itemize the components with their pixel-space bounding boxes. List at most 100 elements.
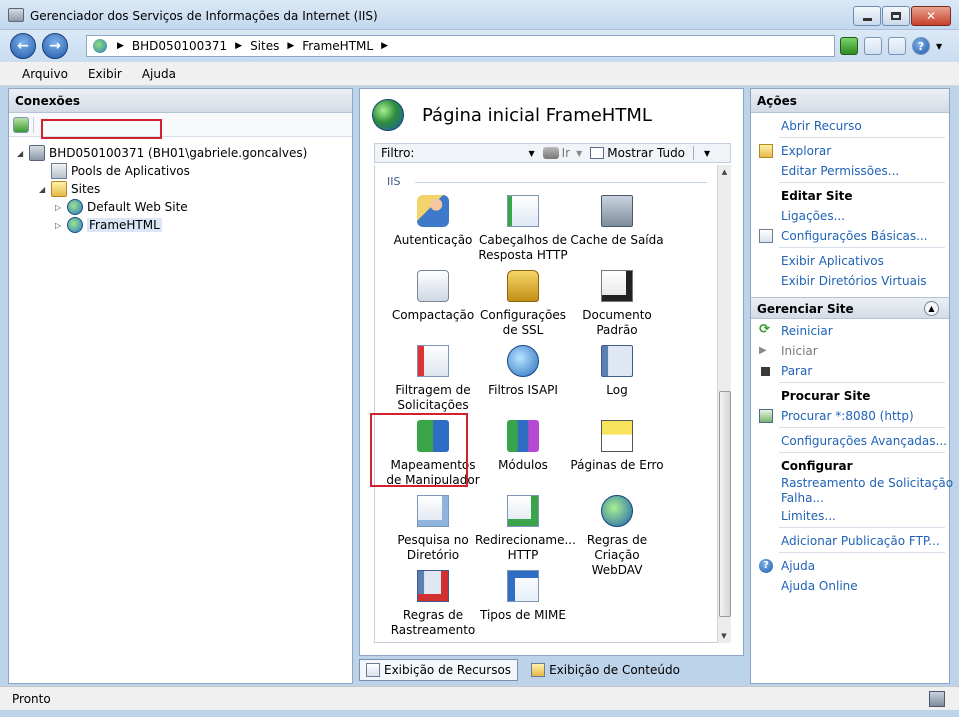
feature-label: Configurações — [480, 308, 566, 322]
minimize-button[interactable] — [853, 6, 881, 26]
menu-file[interactable]: Arquivo — [22, 67, 68, 81]
modules-icon — [507, 420, 539, 452]
back-button[interactable]: ← — [10, 33, 36, 59]
action-failed-request-tracing[interactable]: Rastreamento de Solicitação — [781, 476, 953, 490]
feature-logging[interactable]: Log — [569, 345, 665, 398]
feature-webdav-rules[interactable]: Regras de Criação WebDAV — [569, 495, 665, 578]
chevron-down-icon[interactable]: ▼ — [704, 149, 710, 158]
minimize-icon — [862, 17, 872, 21]
refresh-icon[interactable] — [840, 37, 858, 55]
log-book-icon — [601, 345, 633, 377]
action-advanced-settings[interactable]: Configurações Avançadas... — [781, 434, 947, 448]
feature-modules[interactable]: Módulos — [475, 420, 571, 473]
action-explore[interactable]: Explorar — [781, 144, 831, 158]
breadcrumb-server[interactable]: BHD050100371 — [132, 39, 227, 53]
action-basic-settings[interactable]: Configurações Básicas... — [781, 229, 928, 243]
page-title: Página inicial FrameHTML — [422, 104, 652, 126]
isapi-filters-icon — [507, 345, 539, 377]
feature-ssl-settings[interactable]: Configurações de SSL — [475, 270, 571, 338]
feature-http-redirect[interactable]: Redirecioname... HTTP — [475, 495, 576, 563]
iis-app-icon — [8, 8, 24, 22]
mime-types-icon — [507, 570, 539, 602]
tab-features-view[interactable]: Exibição de Recursos — [359, 659, 519, 681]
action-add-ftp-publishing[interactable]: Adicionar Publicação FTP... — [781, 534, 940, 548]
feature-label: Pesquisa no — [397, 533, 469, 547]
scroll-down-icon[interactable]: ▼ — [718, 629, 730, 643]
action-help-online[interactable]: Ajuda Online — [781, 579, 858, 593]
help-icon[interactable]: ? — [912, 37, 930, 55]
actions-divider — [779, 182, 945, 183]
action-start[interactable]: Iniciar — [781, 344, 818, 358]
chevron-down-icon[interactable]: ▼ — [528, 149, 534, 158]
tree-node-sites[interactable]: ◢ Sites — [39, 181, 100, 197]
home-icon[interactable] — [888, 37, 906, 55]
feature-request-filtering[interactable]: Filtragem de Solicitações — [385, 345, 481, 413]
tree-node-framehtml[interactable]: ▷ FrameHTML — [55, 217, 162, 233]
feature-default-document[interactable]: Documento Padrão — [569, 270, 665, 338]
feature-isapi-filters[interactable]: Filtros ISAPI — [475, 345, 571, 398]
tree-node-default-site[interactable]: ▷ Default Web Site — [55, 199, 188, 215]
close-button[interactable]: ✕ — [911, 6, 951, 26]
feature-output-cache[interactable]: Cache de Saída — [569, 195, 665, 248]
feature-label: Filtros ISAPI — [488, 383, 558, 397]
actions-divider — [779, 552, 945, 553]
tree-label-default-site: Default Web Site — [87, 200, 188, 214]
action-limits[interactable]: Limites... — [781, 509, 836, 523]
feature-label: HTTP — [507, 548, 539, 562]
show-all-button[interactable]: Mostrar Tudo — [607, 146, 685, 160]
menu-view[interactable]: Exibir — [88, 67, 122, 81]
forward-button[interactable]: → — [42, 33, 68, 59]
chevron-right-icon[interactable]: ▶ — [381, 41, 388, 51]
section-manage-site: Gerenciar Site ▲ — [751, 297, 949, 319]
chevron-right-icon[interactable]: ▶ — [235, 41, 242, 51]
action-help[interactable]: Ajuda — [781, 559, 815, 573]
tab-content-view[interactable]: Exibição de Conteúdo — [524, 659, 687, 681]
filter-input[interactable] — [418, 145, 528, 161]
binoculars-icon[interactable] — [542, 147, 559, 159]
show-all-icon[interactable] — [590, 147, 605, 159]
breadcrumb-framehtml[interactable]: FrameHTML — [302, 39, 373, 53]
feature-http-headers[interactable]: Cabeçalhos de Resposta HTTP — [475, 195, 571, 263]
feature-directory-browsing[interactable]: Pesquisa no Diretório — [385, 495, 481, 563]
chevron-right-icon[interactable]: ▶ — [287, 41, 294, 51]
feature-compression[interactable]: Compactação — [385, 270, 481, 323]
vertical-scrollbar[interactable]: ▲ ▼ — [717, 165, 731, 643]
action-bindings[interactable]: Ligações... — [781, 209, 845, 223]
toolbar-divider — [693, 146, 695, 160]
sites-folder-icon — [51, 181, 67, 197]
expand-toggle-icon[interactable]: ◢ — [39, 185, 49, 194]
chevron-down-icon[interactable]: ▼ — [936, 42, 942, 51]
chevron-down-icon[interactable]: ▼ — [576, 149, 582, 158]
maximize-button[interactable] — [882, 6, 910, 26]
expand-toggle-icon[interactable]: ◢ — [17, 149, 27, 158]
collapse-toggle-icon[interactable]: ▷ — [55, 221, 65, 230]
chevron-up-icon[interactable]: ▲ — [924, 301, 939, 316]
feature-mime-types[interactable]: Tipos de MIME — [475, 570, 571, 623]
action-edit-permissions[interactable]: Editar Permissões... — [781, 164, 899, 178]
chevron-right-icon[interactable]: ▶ — [117, 41, 124, 51]
action-restart[interactable]: Reiniciar — [781, 324, 833, 338]
connect-icon[interactable] — [13, 116, 29, 133]
group-divider — [415, 182, 707, 183]
scroll-up-icon[interactable]: ▲ — [718, 165, 731, 179]
action-view-virtual-directories[interactable]: Exibir Diretórios Virtuais — [781, 274, 927, 288]
scroll-thumb[interactable] — [719, 391, 731, 617]
action-stop[interactable]: Parar — [781, 364, 812, 378]
go-button[interactable]: Ir — [562, 146, 570, 160]
action-failed-request-tracing-cont[interactable]: Falha... — [781, 491, 824, 505]
feature-error-pages[interactable]: Páginas de Erro — [569, 420, 665, 473]
action-browse-8080[interactable]: Procurar *:8080 (http) — [781, 409, 914, 423]
action-open-feature[interactable]: Abrir Recurso — [781, 119, 862, 133]
tree-node-pools[interactable]: Pools de Aplicativos — [39, 163, 190, 179]
stop-icon[interactable] — [864, 37, 882, 55]
collapse-toggle-icon[interactable]: ▷ — [55, 203, 65, 212]
feature-authentication[interactable]: Autenticação — [385, 195, 481, 248]
breadcrumb-sites[interactable]: Sites — [250, 39, 279, 53]
action-view-applications[interactable]: Exibir Aplicativos — [781, 254, 884, 268]
http-headers-icon — [507, 195, 539, 227]
feature-failed-request-tracing[interactable]: Regras de Rastreamento ... — [385, 570, 481, 642]
menu-help[interactable]: Ajuda — [142, 67, 176, 81]
tree-node-server[interactable]: ◢ BHD050100371 (BH01\gabriele.goncalves) — [17, 145, 307, 161]
maximize-icon — [891, 12, 901, 20]
address-bar[interactable]: ▶ BHD050100371 ▶ Sites ▶ FrameHTML ▶ — [86, 35, 835, 57]
